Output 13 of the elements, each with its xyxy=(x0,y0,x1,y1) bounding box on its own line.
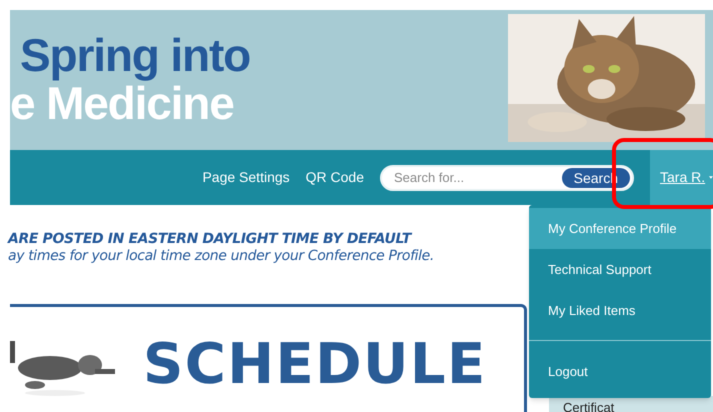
user-menu-toggle[interactable]: Tara R. xyxy=(650,150,713,205)
menu-item[interactable]: My Liked Items xyxy=(529,290,711,331)
nav-link[interactable]: QR Code xyxy=(306,167,364,188)
nav-link[interactable]: Page Settings xyxy=(202,167,290,188)
menu-item[interactable]: Logout xyxy=(529,351,711,392)
side-card-title: Certificat xyxy=(563,400,614,412)
notice-text: ARE POSTED IN EASTERN DAYLIGHT TIME BY DEFAULT xyxy=(8,231,414,248)
menu-item[interactable]: Technical Support xyxy=(529,249,711,290)
menu-item[interactable]: My Conference Profile xyxy=(529,208,711,249)
banner-title: e Medicine xyxy=(10,80,235,126)
schedule-title: SCHEDULE xyxy=(143,331,487,399)
caret-icon xyxy=(709,175,713,180)
notice-text: ay times for your local time zone under your Conference Profile. xyxy=(8,248,435,265)
